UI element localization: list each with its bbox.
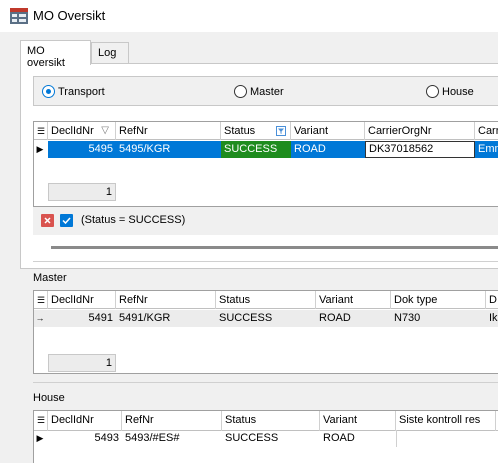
radio-label: House — [442, 85, 474, 98]
col-status[interactable]: Status — [222, 411, 320, 431]
cell-status[interactable]: SUCCESS — [216, 310, 316, 327]
cell-variant[interactable]: ROAD — [291, 141, 365, 158]
cell-d[interactable]: Ik — [486, 310, 498, 327]
table-row[interactable]: → 5491 5491/KGR SUCCESS ROAD N730 Ik — [34, 310, 498, 327]
col-carrierorgnr[interactable]: CarrierOrgNr — [365, 122, 475, 140]
cell-dok-type[interactable]: N730 — [391, 310, 486, 327]
cell-status[interactable]: SUCCESS — [221, 141, 291, 158]
col-label: DeclIdNr — [51, 125, 94, 137]
grid-header: ☰ DeclIdNr RefNr Status Variant Dok type… — [34, 291, 498, 309]
title-bar: MO Oversikt — [0, 0, 498, 32]
col-refnr[interactable]: RefNr — [122, 411, 222, 431]
radio-house[interactable]: House — [426, 85, 474, 98]
current-row-arrow-icon: → — [35, 313, 45, 323]
radio-label: Transport — [58, 85, 105, 98]
col-declidnr[interactable]: DeclIdNr — [48, 411, 122, 431]
col-status[interactable]: Status — [221, 122, 291, 140]
col-refnr[interactable]: RefNr — [116, 291, 216, 309]
radio-master[interactable]: Master — [234, 85, 284, 98]
app-grid-icon — [10, 8, 28, 24]
radio-transport[interactable]: Transport — [42, 85, 105, 98]
radio-label: Master — [250, 85, 284, 98]
cell-declidnr[interactable]: 5491 — [48, 310, 116, 327]
grid-header: ☰ DeclIdNr ▽ RefNr Status Variant Carrie… — [34, 122, 498, 140]
grid-header: ☰ DeclIdNr RefNr Status Variant Siste ko… — [34, 411, 498, 431]
col-label: Status — [224, 125, 256, 137]
cell-carr[interactable]: Emm — [475, 141, 498, 158]
horizontal-scrollbar[interactable] — [51, 246, 498, 249]
column-chooser-icon[interactable]: ☰ — [34, 291, 48, 309]
cell-status[interactable]: SUCCESS — [222, 430, 320, 447]
divider — [33, 261, 498, 262]
mode-selector: Transport Master House — [33, 76, 498, 106]
master-section-label: Master — [33, 272, 67, 284]
cell-carrierorgnr[interactable]: DK37018562 — [365, 141, 475, 158]
col-status[interactable]: Status — [216, 291, 316, 309]
cell-refnr[interactable]: 5495/KGR — [116, 141, 221, 158]
house-section-label: House — [33, 392, 65, 404]
cell-siste-kontroll-res[interactable] — [396, 430, 496, 447]
tab-mo-oversikt[interactable]: MO oversikt — [20, 40, 91, 69]
radio-unchecked-icon — [234, 85, 247, 98]
col-declidnr[interactable]: DeclIdNr — [48, 291, 116, 309]
cell-refnr[interactable]: 5491/KGR — [116, 310, 216, 327]
col-d[interactable]: D — [486, 291, 498, 309]
transport-grid: ☰ DeclIdNr ▽ RefNr Status Variant Carrie… — [33, 121, 498, 207]
filter-bar: (Status = SUCCESS) — [33, 207, 498, 235]
sort-desc-icon[interactable]: ▽ — [101, 122, 109, 140]
radio-unchecked-icon — [426, 85, 439, 98]
col-variant[interactable]: Variant — [316, 291, 391, 309]
window-title: MO Oversikt — [33, 8, 106, 23]
table-row[interactable]: ▶ 5495 5495/KGR SUCCESS ROAD DK37018562 … — [34, 141, 498, 158]
col-siste-kontroll-res[interactable]: Siste kontroll res — [396, 411, 496, 431]
cell-declidnr[interactable]: 5493 — [48, 430, 122, 447]
checkbox-icon[interactable] — [60, 214, 73, 227]
filter-text: (Status = SUCCESS) — [81, 214, 186, 226]
row-count: 1 — [48, 354, 116, 372]
tab-label: Log — [98, 47, 117, 59]
col-declidnr[interactable]: DeclIdNr ▽ — [48, 122, 116, 140]
cell-declidnr[interactable]: 5495 — [48, 141, 116, 158]
cell-refnr[interactable]: 5493/#ES# — [122, 430, 222, 447]
column-chooser-icon[interactable]: ☰ — [34, 411, 48, 431]
radio-checked-icon — [42, 85, 55, 98]
master-grid: ☰ DeclIdNr RefNr Status Variant Dok type… — [33, 290, 498, 374]
col-dok-type[interactable]: Dok type — [391, 291, 486, 309]
col-variant[interactable]: Variant — [320, 411, 396, 431]
table-row[interactable]: ▶ 5493 5493/#ES# SUCCESS ROAD — [34, 430, 498, 447]
tab-label: MO oversikt — [27, 45, 65, 69]
current-row-icon: ▶ — [36, 433, 44, 443]
column-chooser-icon[interactable]: ☰ — [34, 122, 48, 140]
col-variant[interactable]: Variant — [291, 122, 365, 140]
close-icon[interactable] — [41, 214, 54, 227]
cell-variant[interactable]: ROAD — [320, 430, 396, 447]
divider — [33, 382, 498, 383]
filter-icon[interactable] — [276, 126, 286, 136]
tab-log[interactable]: Log — [91, 42, 129, 64]
house-grid: ☰ DeclIdNr RefNr Status Variant Siste ko… — [33, 410, 498, 463]
current-row-icon: ▶ — [36, 144, 44, 154]
col-refnr[interactable]: RefNr — [116, 122, 221, 140]
row-count: 1 — [48, 183, 116, 201]
col-carr[interactable]: Carr — [475, 122, 498, 140]
cell-variant[interactable]: ROAD — [316, 310, 391, 327]
